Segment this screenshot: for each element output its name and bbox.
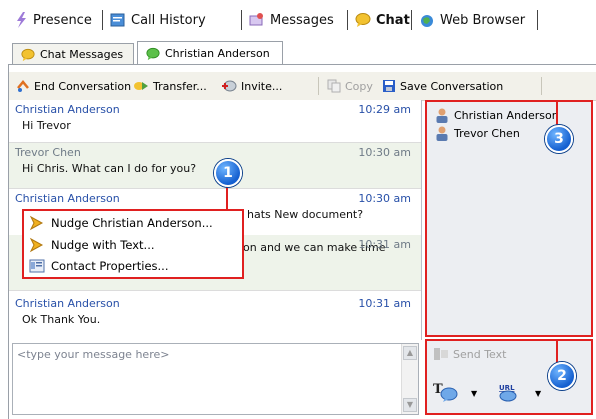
presence-icon xyxy=(17,12,26,28)
invite-icon xyxy=(222,80,237,92)
callout-badge-2: 2 xyxy=(548,362,576,390)
message-text: Hi Trevor xyxy=(22,119,71,132)
message-time: 10:30 am xyxy=(358,192,411,205)
copy-icon xyxy=(327,79,341,93)
message-time: 10:31 am xyxy=(358,297,411,310)
tab-christian-anderson-label: Christian Anderson xyxy=(165,47,270,60)
invite-button[interactable]: Invite... xyxy=(221,79,282,93)
web-browser-icon xyxy=(421,15,433,27)
context-menu: Nudge Christian Anderson... Nudge with T… xyxy=(22,209,244,279)
nav-separator xyxy=(241,10,242,30)
invite-label: Invite... xyxy=(241,79,283,93)
send-text-icon xyxy=(434,348,448,360)
call-history-icon xyxy=(110,13,125,27)
tab-christian-anderson[interactable]: Christian Anderson xyxy=(137,41,283,65)
chat-bubble-icon xyxy=(21,48,35,61)
menu-item-nudge[interactable]: Nudge Christian Anderson... xyxy=(29,215,213,231)
chat-bubble-icon xyxy=(355,13,371,27)
menu-item-contact-properties-label: Contact Properties... xyxy=(51,259,169,273)
nav-call-history[interactable]: Call History xyxy=(110,12,206,28)
toolbar-separator xyxy=(541,77,542,95)
person-icon xyxy=(436,108,448,123)
callout-badge-1: 1 xyxy=(214,159,242,187)
transfer-button[interactable]: Transfer... xyxy=(133,79,207,93)
compose-scrollbar[interactable]: ▲ ▼ xyxy=(401,344,418,414)
nav-call-history-label: Call History xyxy=(131,12,206,28)
message-sender: Christian Anderson xyxy=(15,103,120,116)
send-text-label: Send Text xyxy=(453,347,507,361)
chat-message: Christian Anderson 10:29 am Hi Trevor xyxy=(9,100,421,138)
text-format-dropdown-chevron-icon[interactable]: ▼ xyxy=(471,389,477,398)
nav-messages[interactable]: Messages xyxy=(249,12,334,28)
nav-presence[interactable]: Presence xyxy=(14,12,92,28)
nav-separator xyxy=(102,10,103,30)
callout-badge-3: 3 xyxy=(545,125,573,153)
text-format-button[interactable]: T xyxy=(433,381,459,406)
messages-icon xyxy=(249,13,263,26)
message-time: 10:31 am xyxy=(358,238,411,251)
participant-item[interactable]: Trevor Chen xyxy=(435,126,520,141)
nav-web-browser[interactable]: Web Browser xyxy=(419,12,525,28)
message-sender: Christian Anderson xyxy=(15,192,120,205)
nav-chat[interactable]: Chat xyxy=(355,12,410,28)
insert-url-icon: URL xyxy=(499,384,517,402)
participant-name: Trevor Chen xyxy=(454,127,520,140)
chat-message: Christian Anderson 10:31 am Ok Thank You… xyxy=(9,294,421,336)
tab-chat-messages[interactable]: Chat Messages xyxy=(12,43,134,65)
callout-line-2 xyxy=(556,339,558,363)
tab-chat-messages-label: Chat Messages xyxy=(40,48,124,61)
menu-item-contact-properties[interactable]: Contact Properties... xyxy=(29,259,168,273)
compose-placeholder: <type your message here> xyxy=(17,348,170,361)
menu-item-nudge-label: Nudge Christian Anderson... xyxy=(51,216,213,230)
nav-separator xyxy=(347,10,348,30)
scroll-down-arrow-icon[interactable]: ▼ xyxy=(403,398,417,412)
message-compose-field[interactable]: <type your message here> ▲ ▼ xyxy=(12,343,419,415)
insert-url-button[interactable]: URL xyxy=(495,381,521,406)
toolbar-separator xyxy=(318,77,319,95)
nudge-icon xyxy=(29,215,44,231)
message-text: Ok Thank You. xyxy=(22,313,101,326)
nav-presence-label: Presence xyxy=(33,12,92,28)
copy-button[interactable]: Copy xyxy=(327,79,373,93)
end-conversation-label: End Conversation xyxy=(34,79,132,93)
scroll-up-arrow-icon[interactable]: ▲ xyxy=(403,346,417,360)
transfer-icon xyxy=(134,82,148,90)
url-dropdown-chevron-icon[interactable]: ▼ xyxy=(535,389,541,398)
message-divider xyxy=(9,290,421,291)
menu-item-nudge-text-label: Nudge with Text... xyxy=(51,238,155,252)
nav-messages-label: Messages xyxy=(270,12,334,28)
nav-chat-label: Chat xyxy=(376,12,410,28)
save-conversation-label: Save Conversation xyxy=(400,79,504,93)
top-navigation: Presence Call History Messages Chat Web … xyxy=(0,0,596,40)
save-disk-icon xyxy=(383,80,395,92)
save-conversation-button[interactable]: Save Conversation xyxy=(382,79,503,93)
transfer-label: Transfer... xyxy=(153,79,207,93)
nudge-icon xyxy=(29,237,44,253)
nav-web-browser-label: Web Browser xyxy=(440,12,526,28)
copy-label: Copy xyxy=(345,79,373,93)
person-icon xyxy=(436,126,448,141)
message-sender: Trevor Chen xyxy=(15,146,81,159)
nav-separator xyxy=(411,10,412,30)
send-text-button[interactable]: Send Text xyxy=(433,347,506,361)
conversation-toolbar: End Conversation Transfer... Invite... C… xyxy=(9,72,596,101)
message-time: 10:30 am xyxy=(358,146,411,159)
chat-bubble-green-icon xyxy=(146,47,160,60)
nav-separator xyxy=(537,10,538,30)
end-conversation-icon xyxy=(17,80,29,92)
message-time: 10:29 am xyxy=(358,103,411,116)
contact-card-icon xyxy=(29,259,45,273)
message-sender: Christian Anderson xyxy=(15,297,120,310)
menu-item-nudge-text[interactable]: Nudge with Text... xyxy=(29,237,155,253)
text-format-icon: T xyxy=(433,382,458,402)
participant-item[interactable]: Christian Anderson xyxy=(435,108,559,123)
participant-name: Christian Anderson xyxy=(454,109,559,122)
end-conversation-button[interactable]: End Conversation xyxy=(16,79,131,93)
